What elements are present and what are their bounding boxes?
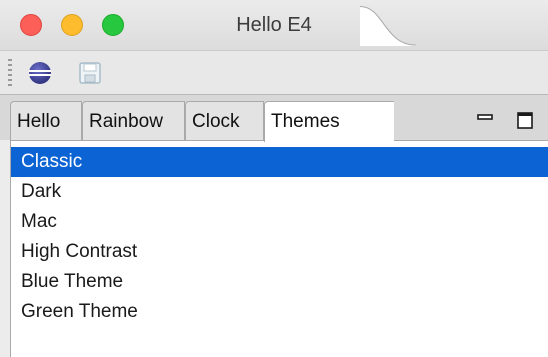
save-icon[interactable]: [78, 61, 102, 85]
toolbar-grip[interactable]: [8, 59, 12, 87]
themes-list[interactable]: Classic Dark Mac High Contrast Blue Them…: [10, 140, 548, 357]
tab-rainbow[interactable]: Rainbow: [82, 101, 185, 141]
list-item[interactable]: Green Theme: [11, 297, 548, 327]
maximize-icon[interactable]: [515, 110, 535, 130]
list-item[interactable]: Classic: [11, 147, 548, 177]
window-title: Hello E4: [236, 14, 312, 36]
list-item[interactable]: Dark: [11, 177, 548, 207]
tab-strip: Hello Rainbow Clock Themes: [0, 94, 548, 142]
main-toolbar: [0, 50, 548, 94]
tab-hello[interactable]: Hello: [10, 101, 82, 141]
title-bar: Hello E4: [0, 0, 548, 50]
app-window: Hello E4 Hello Rainbow Clock Themes Clas…: [0, 0, 548, 357]
list-item[interactable]: Mac: [11, 207, 548, 237]
list-item[interactable]: Blue Theme: [11, 267, 548, 297]
eclipse-icon[interactable]: [28, 61, 52, 85]
list-item[interactable]: High Contrast: [11, 237, 548, 267]
minimize-icon[interactable]: [475, 110, 495, 130]
tab-clock[interactable]: Clock: [185, 101, 264, 141]
tab-themes[interactable]: Themes: [264, 101, 394, 142]
active-tab-curve: [360, 6, 416, 46]
